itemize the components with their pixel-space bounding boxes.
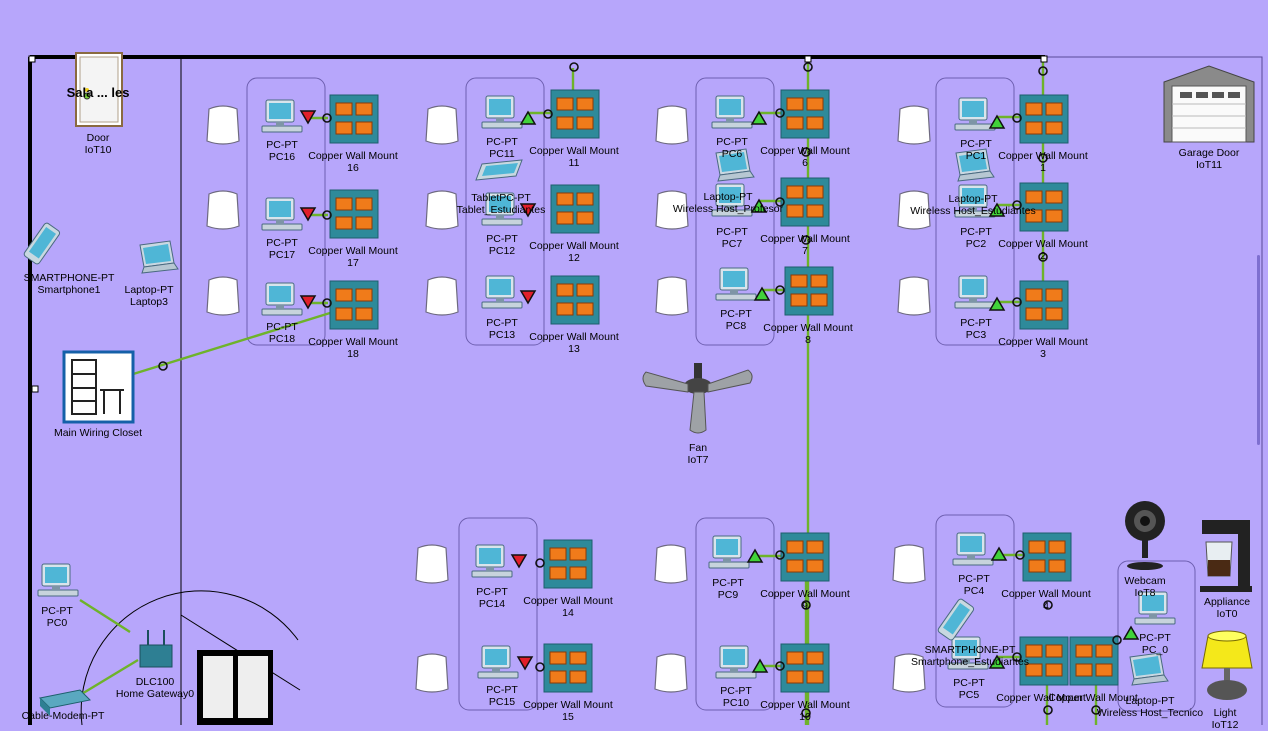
wall-mount-label: Copper Wall Mount 12 [529,240,619,264]
device-label-laptop-estudiantes: Laptop-PT Wireless Host_Estudiantes [910,193,1036,217]
wall-mount-label: Copper Wall Mount 18 [308,336,398,360]
wall-mount-label: Copper Wall Mount 10 [760,699,850,723]
ceiling-fan-icon[interactable] [642,363,753,434]
device-label-garage: Garage Door IoT11 [1178,147,1240,171]
wall-mount-label: Copper Wall Mount 13 [529,331,619,355]
wall-mount-label: Copper Wall Mount 4 [1001,588,1091,612]
pc-label: PC-PT PC1 [960,138,992,162]
vertical-scrollbar[interactable] [1257,255,1260,445]
logical-workspace-canvas[interactable] [0,0,1268,725]
wall-mount-label: Copper Wall Mount 11 [529,145,619,169]
room-title: Sala ... les [66,85,130,100]
pc-label: PC-PT PC14 [476,586,508,610]
wall-mount-label: Copper Wall Mount 6 [760,145,850,169]
wall-mount-label: Copper Wall Mount 16 [308,150,398,174]
wall-mount-label: Copper Wall Mount [1048,692,1138,704]
webcam-icon[interactable] [1125,501,1165,570]
device-label-closet: Main Wiring Closet [53,427,143,439]
entrance-door-icon [197,650,273,725]
device-label-laptop3: Laptop-PT Laptop3 [124,284,174,308]
pc-label: PC-PT PC3 [960,317,992,341]
pc-label: PC-PT PC12 [486,233,518,257]
pc-label: PC-PT PC2 [960,226,992,250]
pc-label: PC-PT PC10 [720,685,752,709]
wall-mount-label: Copper Wall Mount 7 [760,233,850,257]
device-label-pc-extra: PC-PT PC_0 [1139,632,1171,656]
garage-door-icon[interactable] [1163,65,1255,143]
coffee-maker-icon[interactable] [1200,520,1252,592]
device-label-gateway: DLC100 Home Gateway0 [115,676,195,700]
device-label-webcam: Webcam IoT8 [1124,575,1166,599]
wall-mount-label: Copper Wall Mount 14 [523,595,613,619]
wall-mount-label: Copper Wall Mount 15 [523,699,613,723]
device-label-tablet: TabletPC-PT Tablet_Estudiantes [456,192,546,216]
home-gateway-icon[interactable] [139,630,173,668]
pc-label: PC-PT PC11 [486,136,518,160]
wall-mount-label: Copper Wall Mount 8 [763,322,853,346]
pc-label: PC-PT PC13 [486,317,518,341]
device-label-light: Light IoT12 [1211,707,1239,731]
device-label-modem: Cable-Modem-PT [21,710,105,722]
wall-mount-label: Copper Wall Mount 9 [760,588,850,612]
pc-label: PC-PT PC4 [958,573,990,597]
wall-mount-label: Copper Wall Mount 17 [308,245,398,269]
wall-mount-label: Copper Wall Mount 3 [998,336,1088,360]
pc-label: PC-PT PC9 [712,577,744,601]
wall-mount-label: Copper Wall Mount 1 [998,150,1088,174]
device-label-door: Door IoT10 [84,132,112,156]
pc-label: PC-PT PC8 [720,308,752,332]
wiring-closet-icon[interactable] [62,350,135,424]
device-label-pc0: PC-PT PC0 [41,605,73,629]
pc-label: PC-PT PC17 [266,237,298,261]
pc-label: PC-PT PC6 [716,136,748,160]
pc-label: PC-PT PC18 [266,321,298,345]
device-label-smartphone1: SMARTPHONE-PT Smartphone1 [23,272,115,296]
device-label-fan: Fan IoT7 [687,442,709,466]
pc-label: PC-PT PC16 [266,139,298,163]
pc-label: PC-PT PC7 [716,226,748,250]
device-label-laptop-profesor: Laptop-PT Wireless Host_Profesor [672,191,784,215]
pc-label: PC-PT PC5 [953,677,985,701]
lamp-icon[interactable] [1201,630,1253,700]
device-label-appliance: Appliance IoT0 [1203,596,1251,620]
pc-label: PC-PT PC15 [486,684,518,708]
device-label-smartphone-estudiantes: SMARTPHONE-PT Smartphone_Estudiantes [911,644,1029,668]
wall-mount-label: Copper Wall Mount 2 [998,238,1088,262]
